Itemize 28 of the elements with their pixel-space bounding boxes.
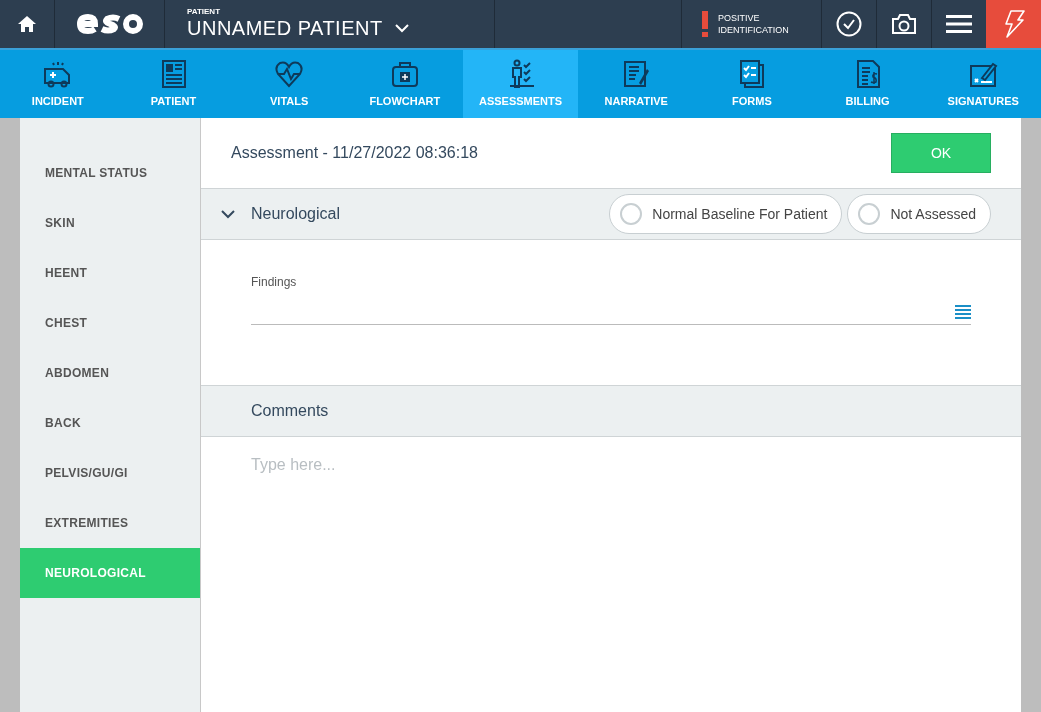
checkmark-circle-icon[interactable] (836, 11, 862, 37)
alert-text: POSITIVE IDENTIFICATION (718, 12, 790, 36)
sidebar-item[interactable]: CHEST (20, 298, 200, 348)
sidebar-item[interactable]: MENTAL STATUS (20, 148, 200, 198)
radio-option[interactable]: Normal Baseline For Patient (609, 194, 843, 234)
sidebar-item[interactable]: SKIN (20, 198, 200, 248)
sidebar-item[interactable]: HEENT (20, 248, 200, 298)
home-icon[interactable] (17, 15, 37, 33)
chevron-down-icon[interactable] (221, 209, 235, 219)
menu-icon[interactable] (946, 14, 972, 34)
camera-icon[interactable] (891, 13, 917, 35)
assessment-title: Assessment - 11/27/2022 08:36:18 (231, 143, 478, 163)
exclamation-icon (702, 11, 708, 37)
comments-field[interactable]: Type here... (201, 437, 1021, 712)
patient-name[interactable]: UNNAMED PATIENT (187, 15, 383, 41)
sidebar-item[interactable]: EXTREMITIES (20, 498, 200, 548)
sidebar-item[interactable]: BACK (20, 398, 200, 448)
sidebar-item[interactable]: ABDOMEN (20, 348, 200, 398)
document-pen-icon (621, 58, 652, 89)
patient-label: PATIENT (187, 7, 221, 16)
logo-icon (76, 13, 143, 35)
list-icon[interactable] (955, 304, 971, 319)
lightning-icon[interactable] (1002, 10, 1025, 38)
comments-title: Comments (251, 401, 329, 421)
sidebar-item[interactable]: PELVIS/GU/GI (20, 448, 200, 498)
findings-label: Findings (251, 274, 297, 291)
radio-option[interactable]: Not Assessed (847, 194, 991, 234)
section-title: Neurological (251, 204, 340, 224)
